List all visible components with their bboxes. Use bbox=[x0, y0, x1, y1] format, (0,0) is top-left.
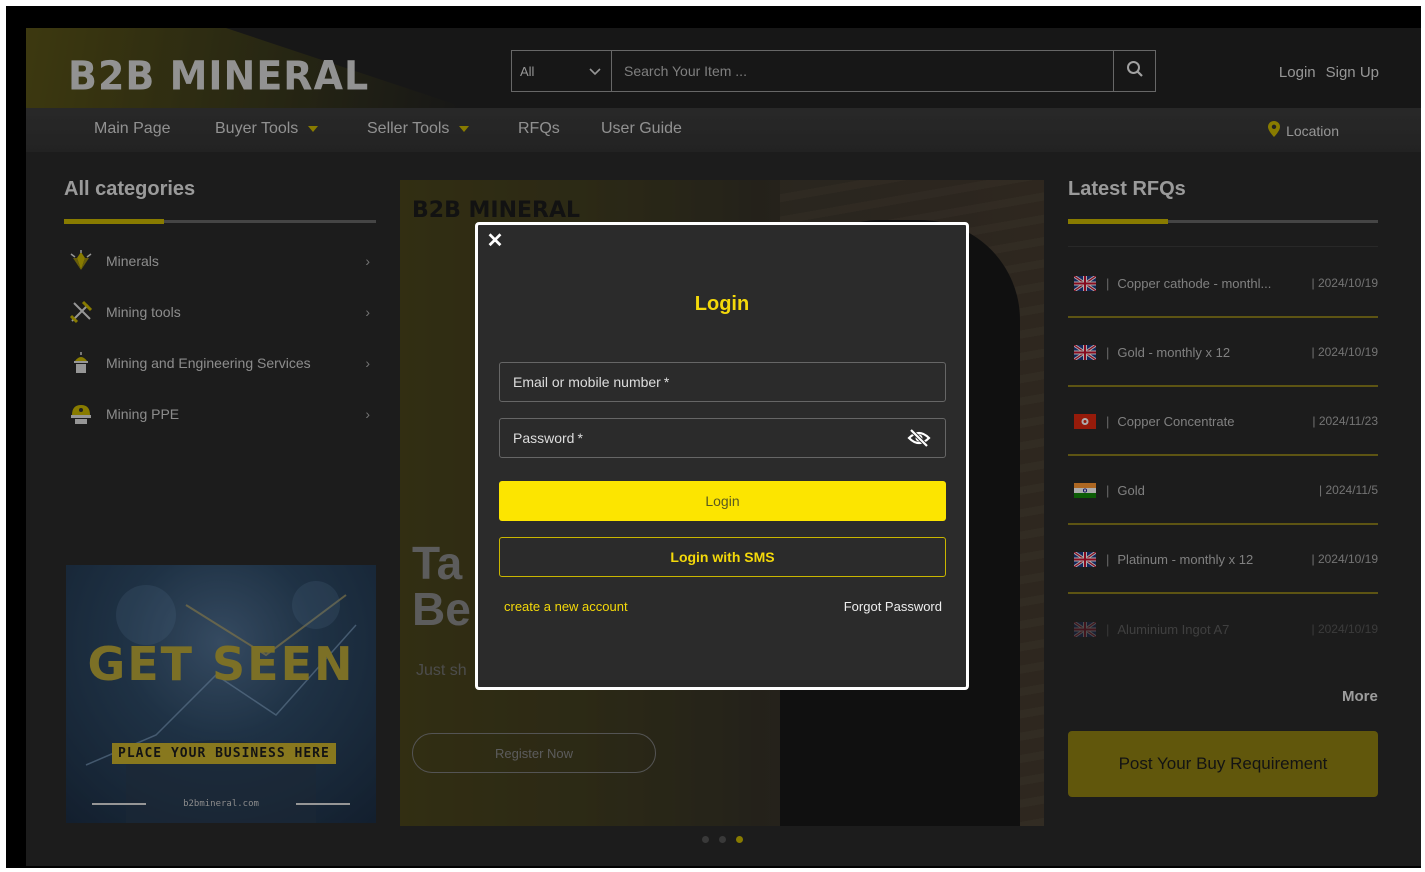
required-mark: * bbox=[663, 374, 670, 390]
password-field[interactable]: Password * bbox=[499, 418, 946, 458]
login-button[interactable]: Login bbox=[499, 481, 946, 521]
required-mark: * bbox=[577, 430, 583, 446]
page: B2B MINERAL All Login Sign Up Main Page bbox=[26, 28, 1421, 866]
eye-slash-icon[interactable] bbox=[907, 428, 931, 451]
close-icon[interactable]: ✕ bbox=[484, 229, 506, 252]
login-with-sms-button[interactable]: Login with SMS bbox=[499, 537, 946, 577]
forgot-password-link[interactable]: Forgot Password bbox=[844, 599, 942, 614]
email-field-label: Email or mobile number bbox=[513, 374, 661, 390]
screenshot-frame: B2B MINERAL All Login Sign Up Main Page bbox=[6, 6, 1421, 868]
modal-title: Login bbox=[694, 293, 750, 315]
password-field-label: Password bbox=[513, 430, 575, 446]
create-account-link[interactable]: create a new account bbox=[504, 599, 628, 614]
login-modal: ✕ Login Email or mobile number * Passwor… bbox=[475, 222, 969, 690]
email-field[interactable]: Email or mobile number * bbox=[499, 362, 946, 402]
